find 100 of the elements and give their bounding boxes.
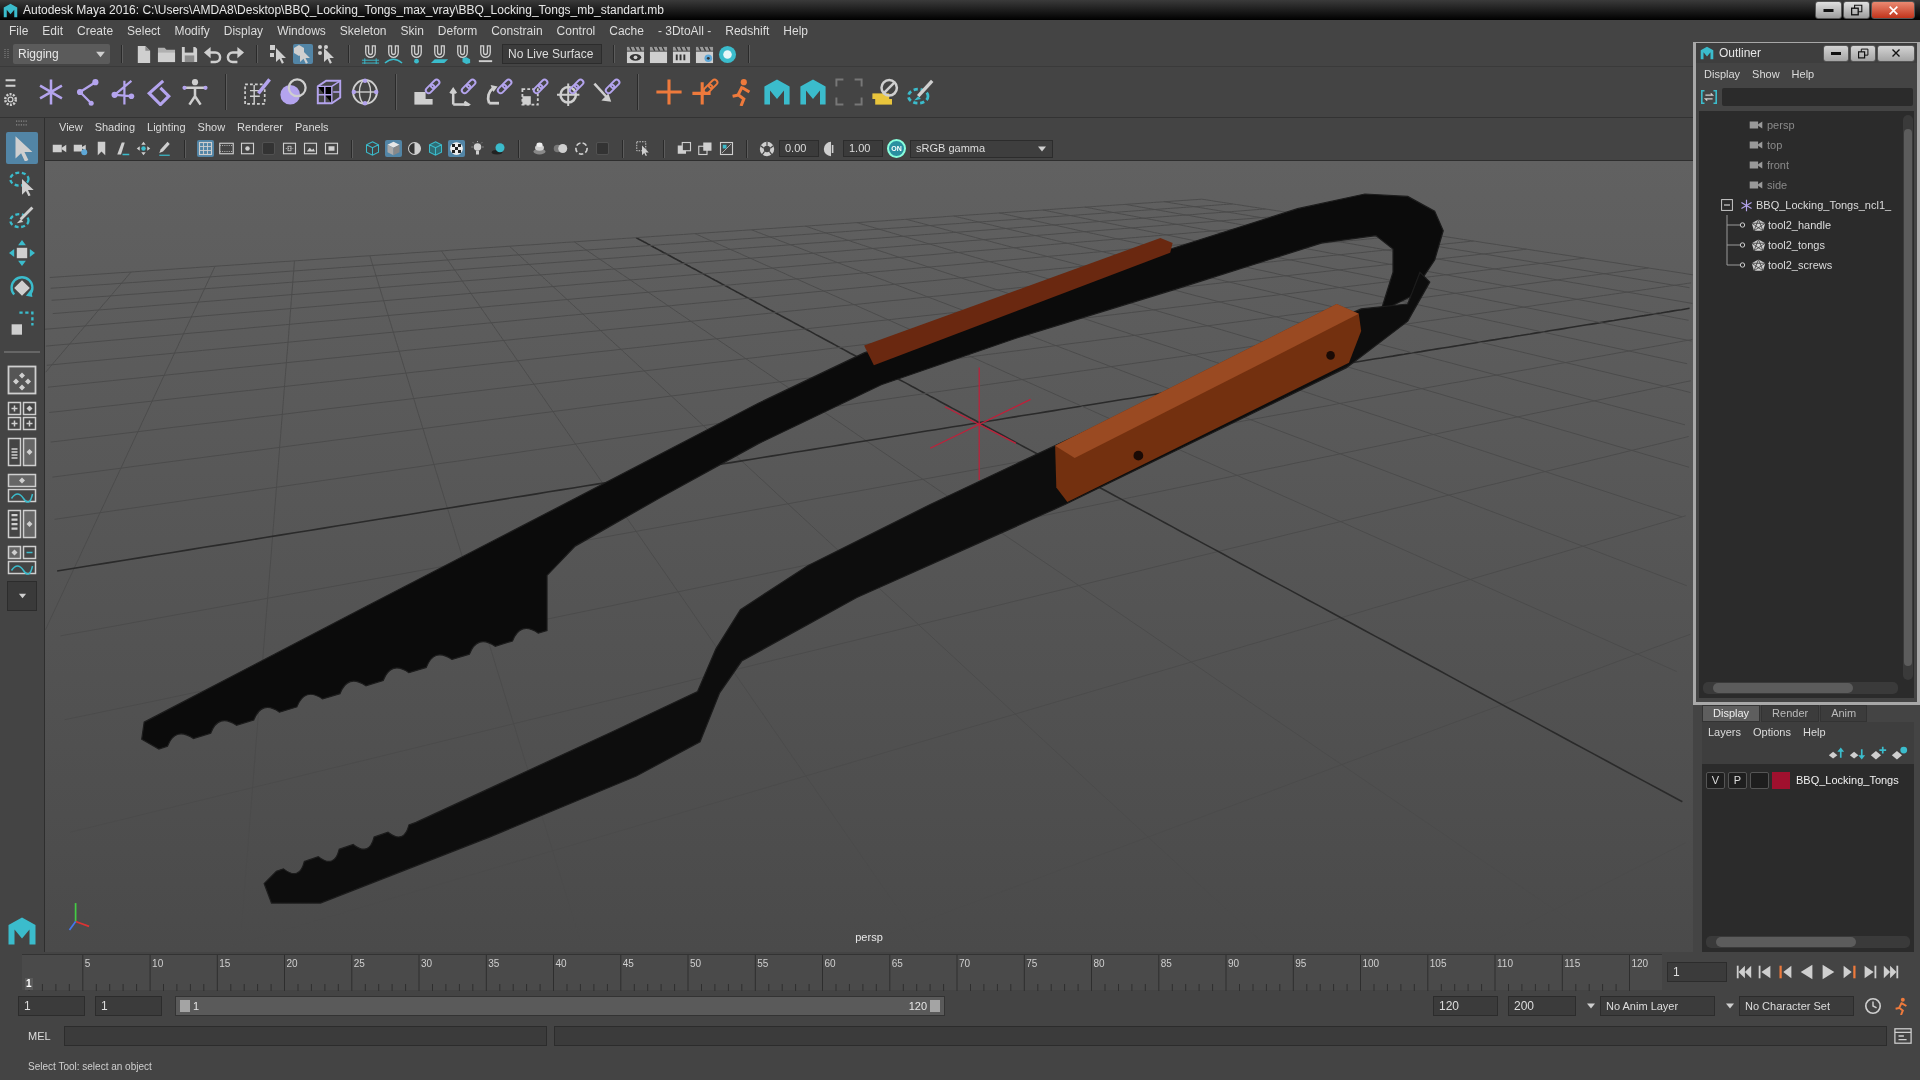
clapper-gear-icon[interactable]: [695, 44, 714, 64]
joint-chain-icon[interactable]: [109, 78, 137, 106]
caret-icon[interactable]: [1725, 1003, 1735, 1009]
panel-menu-item[interactable]: Lighting: [141, 119, 192, 136]
layers-icon[interactable]: [871, 78, 899, 106]
language-button[interactable]: MEL: [22, 1027, 57, 1045]
slider-handle[interactable]: [180, 1000, 190, 1012]
diamond-plus-icon[interactable]: [1870, 744, 1887, 762]
horizontal-scrollbar[interactable]: [1703, 682, 1898, 694]
asterisk-icon[interactable]: [37, 78, 65, 106]
outliner-item[interactable]: tool2_tongs: [1767, 236, 1826, 254]
chain-arrows-icon[interactable]: [449, 78, 477, 106]
image-plane-icon[interactable]: [114, 140, 131, 157]
magnet-plane-icon[interactable]: [430, 44, 449, 64]
minimize-button[interactable]: [1815, 1, 1842, 19]
character-set-dropdown[interactable]: No Character Set: [1739, 996, 1854, 1016]
chain-scale-icon[interactable]: [521, 78, 549, 106]
vertical-scrollbar[interactable]: [1903, 115, 1913, 680]
single-pane-icon[interactable]: [7, 365, 37, 395]
outliner-item[interactable]: side: [1766, 176, 1789, 194]
chain-rotate-icon[interactable]: [485, 78, 513, 106]
editor-tab[interactable]: Render: [1761, 705, 1820, 722]
menu-set-dropdown[interactable]: Rigging: [13, 44, 110, 64]
restore-button[interactable]: [1843, 1, 1870, 19]
wire-cube-icon[interactable]: [364, 140, 381, 157]
menu-item[interactable]: Constrain: [484, 20, 550, 42]
outliner-item[interactable]: front: [1766, 156, 1790, 174]
half-sphere-icon[interactable]: [406, 140, 423, 157]
command-input-field[interactable]: [63, 1026, 547, 1046]
lattice-icon[interactable]: [315, 78, 343, 106]
panel-menu-item[interactable]: Renderer: [231, 119, 289, 136]
panel-menu-item[interactable]: Panels: [288, 119, 335, 136]
pane-graph-icon[interactable]: [7, 473, 37, 503]
shadow-sphere-icon[interactable]: [490, 140, 507, 157]
menu-item[interactable]: Redshift: [718, 20, 777, 42]
settings-icon[interactable]: [4, 92, 17, 106]
pencil-icon[interactable]: [156, 140, 173, 157]
cursor-squares-icon[interactable]: [269, 44, 289, 64]
menu-icon[interactable]: [4, 78, 17, 87]
clapper-bars-icon[interactable]: [672, 44, 691, 64]
magnet-grid-icon[interactable]: [361, 44, 380, 64]
outliner-item[interactable]: tool2_handle: [1767, 216, 1832, 234]
logo-icon[interactable]: [763, 78, 791, 106]
cross-icon[interactable]: [655, 78, 683, 106]
clapper-eye-icon[interactable]: [626, 44, 645, 64]
outliner-menu-item[interactable]: Help: [1785, 65, 1821, 83]
visibility-toggle[interactable]: V: [1706, 771, 1725, 789]
menu-item[interactable]: Cache: [602, 20, 651, 42]
current-frame-field[interactable]: 1: [1667, 962, 1727, 982]
panel-menu-item[interactable]: View: [53, 119, 89, 136]
anim-layer-dropdown[interactable]: No Anim Layer: [1600, 996, 1715, 1016]
menu-item[interactable]: Skin: [393, 20, 431, 42]
brush-icon[interactable]: [907, 78, 935, 106]
caret-icon[interactable]: [1586, 1003, 1596, 1009]
picture-icon[interactable]: [302, 140, 319, 157]
overlap-squares-icon[interactable]: [697, 140, 714, 157]
dotted-frame-icon[interactable]: [281, 140, 298, 157]
chain-box-icon[interactable]: [413, 78, 441, 106]
move-arrows-icon[interactable]: [135, 140, 152, 157]
menu-item[interactable]: Skeleton: [332, 20, 394, 42]
close-button[interactable]: [1877, 44, 1915, 62]
outliner-item[interactable]: top: [1766, 136, 1784, 154]
menu-item[interactable]: - 3DtoAll -: [650, 20, 719, 42]
exposure-field[interactable]: 0.00: [779, 140, 819, 157]
stack-icon[interactable]: [531, 140, 548, 157]
menu-item[interactable]: File: [2, 20, 36, 42]
film-icon[interactable]: [218, 140, 235, 157]
checker-icon[interactable]: [448, 140, 465, 157]
search-field[interactable]: [1722, 88, 1913, 106]
redo-icon[interactable]: [226, 44, 245, 64]
spheres-icon[interactable]: [279, 78, 307, 106]
grid-icon[interactable]: [197, 140, 214, 157]
menu-item[interactable]: Help: [776, 20, 815, 42]
undo-icon[interactable]: [203, 44, 222, 64]
clock-icon[interactable]: [1864, 997, 1882, 1015]
logo-icon[interactable]: [799, 78, 827, 106]
sync-icon[interactable]: [1700, 88, 1718, 106]
outliner-item[interactable]: BBQ_Locking_Tongs_ncl1_: [1755, 196, 1893, 214]
pane-list-icon[interactable]: [7, 509, 37, 539]
light-bulb-icon[interactable]: [469, 140, 486, 157]
outliner-item[interactable]: tool2_screws: [1767, 256, 1834, 274]
start-time-field[interactable]: 1: [18, 996, 85, 1016]
magnet-curve-icon[interactable]: [384, 44, 403, 64]
script-editor-icon[interactable]: [1894, 1027, 1912, 1045]
panel-menu-item[interactable]: Show: [191, 119, 232, 136]
dashed-circle-icon[interactable]: [573, 140, 590, 157]
playback-start-field[interactable]: 1: [95, 996, 162, 1016]
menu-item[interactable]: Windows: [270, 20, 333, 42]
outliner-menu-item[interactable]: Display: [1698, 65, 1747, 83]
layer-menu-item[interactable]: Help: [1796, 723, 1832, 741]
layer-menu-item[interactable]: Options: [1747, 723, 1797, 741]
slider-handle[interactable]: [930, 1000, 940, 1012]
time-slider[interactable]: 5 10 15 20 25 30 35 40 45 50 55 60 65 70 75 80 85 90 95 100 105 110 115 120 1: [22, 954, 1662, 990]
diamond-dot-icon[interactable]: [1891, 744, 1908, 762]
outliner-item[interactable]: persp: [1766, 116, 1796, 134]
wire-sphere-icon[interactable]: [351, 78, 379, 106]
cursor-dots-icon[interactable]: [317, 44, 337, 64]
editor-tab[interactable]: Display: [1702, 705, 1761, 722]
menu-item[interactable]: Create: [70, 20, 121, 42]
cube-wire-icon[interactable]: [427, 140, 444, 157]
